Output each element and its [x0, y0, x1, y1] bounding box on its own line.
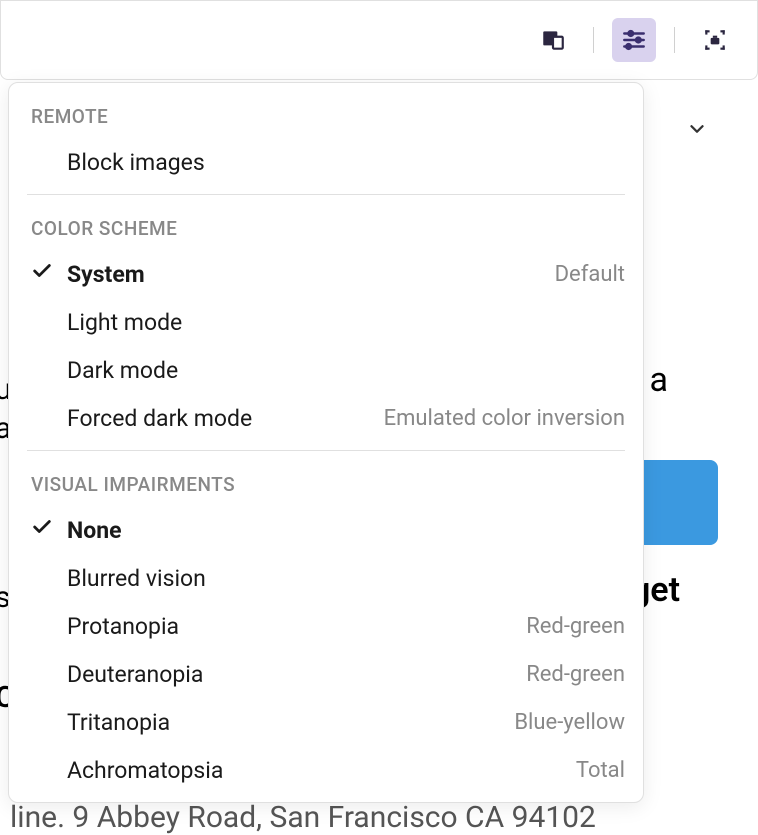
emulation-menu: Remote Block images Color Scheme System … — [8, 82, 644, 803]
section-header: Remote — [27, 83, 625, 138]
menu-item-hint: Red-green — [526, 614, 625, 639]
menu-item-forced-dark-mode[interactable]: Forced dark mode Emulated color inversio… — [27, 394, 625, 442]
menu-item-label: Achromatopsia — [67, 757, 576, 784]
bg-text-fragment: a — [650, 360, 669, 400]
section-header: Color Scheme — [27, 195, 625, 250]
menu-item-hint: Emulated color inversion — [384, 406, 625, 431]
toolbar — [0, 0, 758, 80]
menu-item-deuteranopia[interactable]: Deuteranopia Red-green — [27, 650, 625, 698]
menu-item-tritanopia[interactable]: Tritanopia Blue-yellow — [27, 698, 625, 746]
bg-text-fragment: line. 9 Abbey Road, San Francisco CA 941… — [10, 800, 596, 835]
check-icon — [31, 516, 53, 544]
menu-item-system[interactable]: System Default — [27, 250, 625, 298]
menu-item-dark-mode[interactable]: Dark mode — [27, 346, 625, 394]
section-header: Visual Impairments — [27, 451, 625, 506]
menu-item-hint: Red-green — [526, 662, 625, 687]
menu-item-label: Protanopia — [67, 613, 526, 640]
section-color-scheme: Color Scheme System Default Light mode D… — [9, 195, 643, 442]
menu-item-light-mode[interactable]: Light mode — [27, 298, 625, 346]
menu-item-none[interactable]: None — [27, 506, 625, 554]
menu-item-label: Blurred vision — [67, 565, 625, 592]
toolbar-divider — [593, 27, 594, 53]
menu-item-label: System — [67, 261, 555, 288]
settings-sliders-icon[interactable] — [612, 18, 656, 62]
menu-item-label: Forced dark mode — [67, 405, 384, 432]
section-visual-impairments: Visual Impairments None Blurred vision P… — [9, 451, 643, 794]
section-remote: Remote Block images — [9, 83, 643, 186]
menu-item-label: Dark mode — [67, 357, 625, 384]
menu-item-hint: Blue-yellow — [514, 710, 625, 735]
menu-item-achromatopsia[interactable]: Achromatopsia Total — [27, 746, 625, 794]
capture-area-icon[interactable] — [693, 18, 737, 62]
chevron-down-icon[interactable] — [686, 118, 708, 144]
menu-item-label: Light mode — [67, 309, 625, 336]
menu-item-block-images[interactable]: Block images — [27, 138, 625, 186]
toolbar-divider — [674, 27, 675, 53]
devices-icon[interactable] — [531, 18, 575, 62]
menu-item-blurred-vision[interactable]: Blurred vision — [27, 554, 625, 602]
menu-item-label: Deuteranopia — [67, 661, 526, 688]
menu-item-hint: Default — [555, 262, 625, 287]
menu-item-label: Block images — [67, 149, 625, 176]
check-icon — [31, 260, 53, 288]
menu-item-hint: Total — [576, 758, 625, 783]
menu-item-protanopia[interactable]: Protanopia Red-green — [27, 602, 625, 650]
menu-item-label: Tritanopia — [67, 709, 514, 736]
menu-item-label: None — [67, 517, 625, 544]
